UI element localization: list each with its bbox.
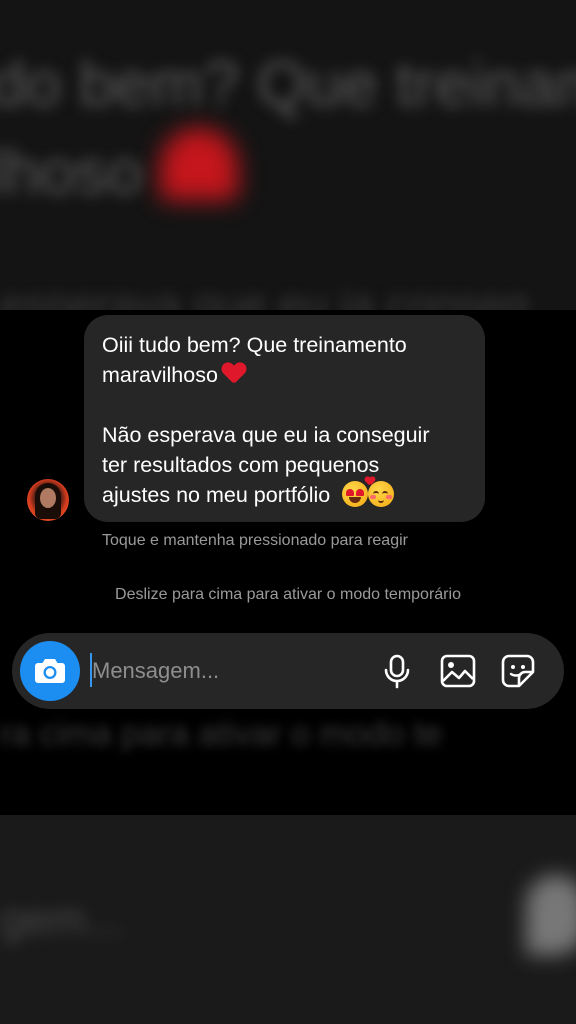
message-text: maravilhoso <box>102 363 218 387</box>
blurred-mid-text: ra cima para ativar o modo te <box>0 715 443 753</box>
blurred-line-1: do bem? Que treiname <box>0 48 576 120</box>
blurred-background-bottom: gem... <box>0 815 576 1024</box>
message-bubble[interactable]: Oiii tudo bem? Que treinamento maravilho… <box>84 315 485 522</box>
avatar[interactable] <box>27 479 69 521</box>
smiling-face-with-hearts-emoji <box>368 481 395 507</box>
message-input[interactable] <box>92 651 352 691</box>
avatar-face <box>40 488 56 508</box>
message-line: Oiii tudo bem? Que treinamento <box>102 333 407 357</box>
blurred-line-3: esperava que eu ia conseg <box>0 280 529 310</box>
blurred-heart <box>160 128 238 200</box>
gallery-icon[interactable] <box>439 652 477 690</box>
blurred-bottom-text: gem... <box>0 895 123 944</box>
temporary-mode-hint[interactable]: Deslize para cima para ativar o modo tem… <box>0 586 576 604</box>
message-line: ajustes no meu portfólio <box>102 480 467 510</box>
blurred-text: do bem? Que treiname lhoso <box>0 40 576 216</box>
camera-button[interactable] <box>20 641 80 701</box>
message-line: Não esperava que eu ia conseguir <box>102 423 430 447</box>
red-heart-icon <box>222 363 246 385</box>
sticker-icon[interactable] <box>499 652 537 690</box>
camera-icon <box>35 659 65 683</box>
blurred-line-2: lhoso <box>0 136 143 208</box>
blurred-background-top: do bem? Que treiname lhoso esperava que … <box>0 0 576 310</box>
message-line: ter resultados com pequenos <box>102 453 380 477</box>
blurred-location-pin <box>526 875 576 955</box>
microphone-icon[interactable] <box>378 652 416 690</box>
message-line: maravilhoso <box>102 360 467 390</box>
react-hint: Toque e mantenha pressionado para reagir <box>102 532 408 549</box>
message-composer <box>12 633 564 709</box>
message-text: ajustes no meu portfólio <box>102 483 331 507</box>
